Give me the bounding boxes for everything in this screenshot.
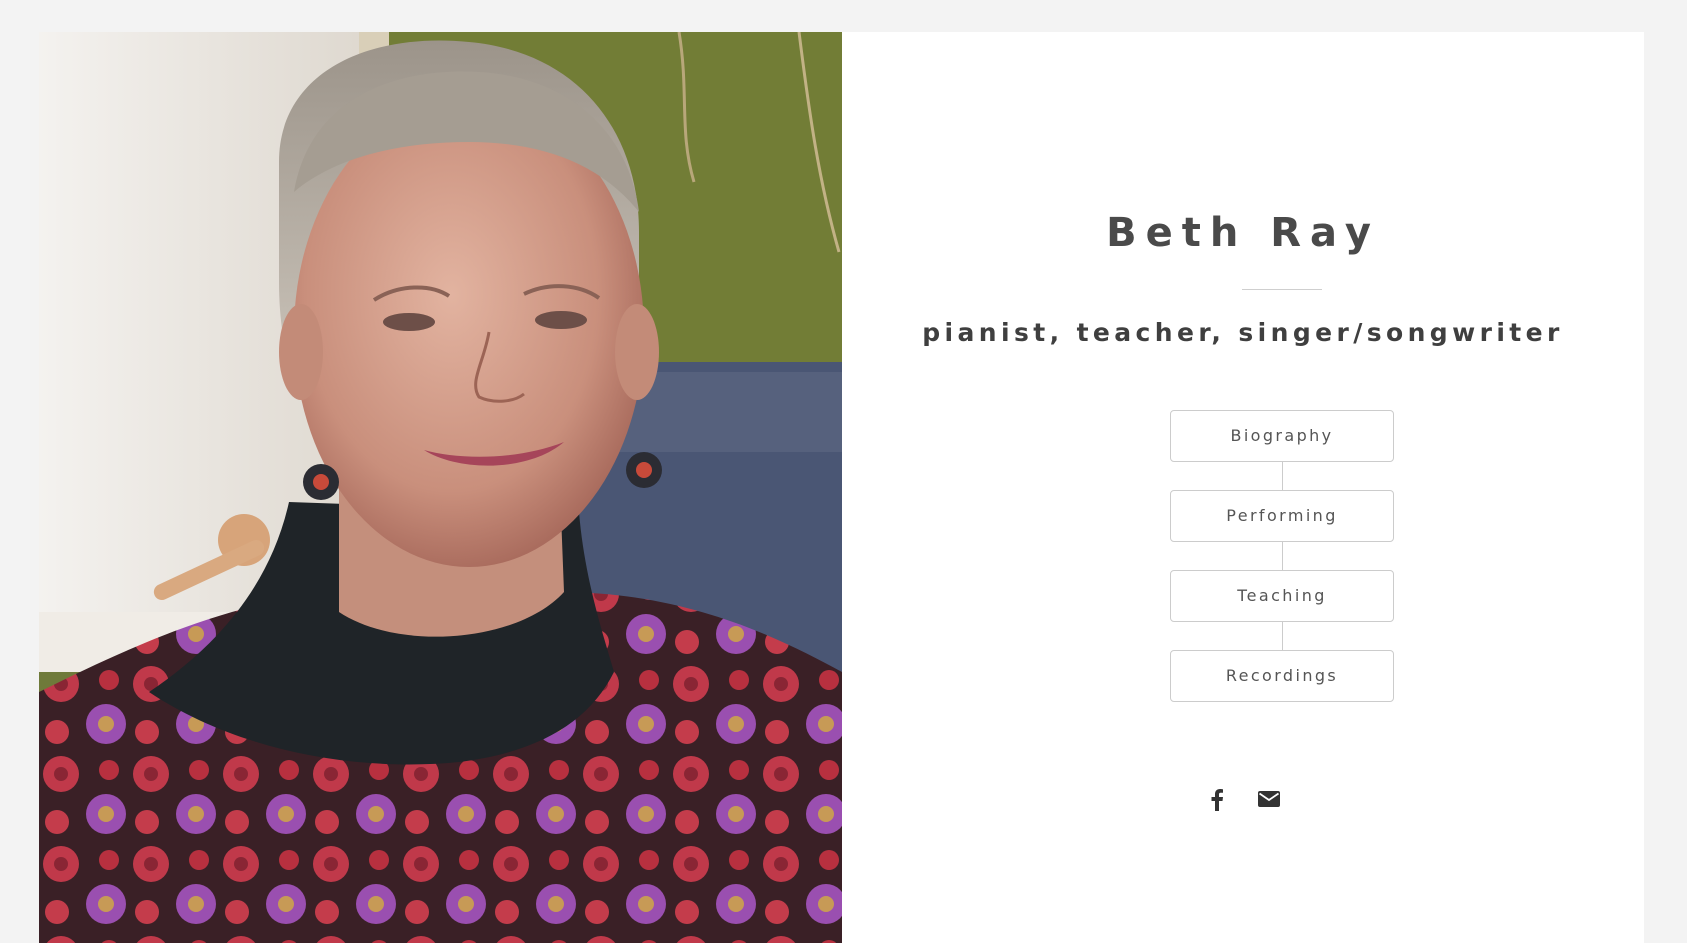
nav-connector-line (1282, 462, 1283, 490)
email-icon (1258, 791, 1280, 807)
nav-teaching-button[interactable]: Teaching (1170, 570, 1394, 622)
nav-biography-button[interactable]: Biography (1170, 410, 1394, 462)
nav-performing-button[interactable]: Performing (1170, 490, 1394, 542)
nav-connector-line (1282, 622, 1283, 650)
main-navigation: Biography Performing Teaching Recordings (1170, 410, 1394, 702)
facebook-icon (1211, 789, 1223, 811)
page-panel: Beth Ray pianist, teacher, singer/songwr… (39, 32, 1644, 943)
nav-connector-line (1282, 542, 1283, 570)
email-link[interactable] (1254, 789, 1284, 819)
social-links (842, 789, 1644, 819)
portrait-photo (39, 32, 842, 943)
nav-recordings-button[interactable]: Recordings (1170, 650, 1394, 702)
facebook-link[interactable] (1202, 789, 1232, 819)
site-title: Beth Ray (1106, 210, 1380, 256)
title-divider (1242, 289, 1322, 290)
site-tagline: pianist, teacher, singer/songwriter (922, 318, 1564, 347)
intro-section: Beth Ray pianist, teacher, singer/songwr… (842, 32, 1644, 943)
